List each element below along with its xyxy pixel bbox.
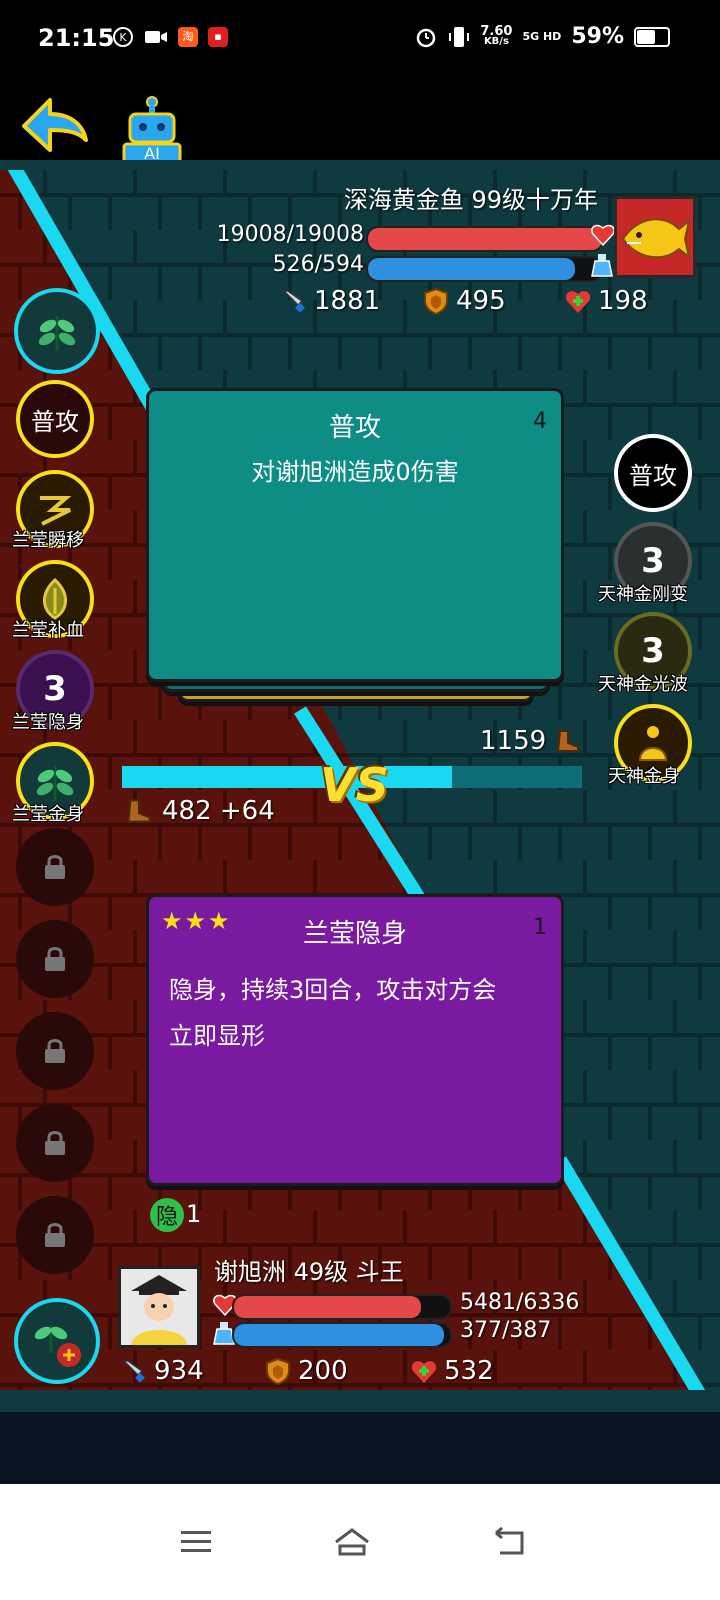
player-hp-bar (232, 1294, 452, 1320)
enemy-speed: 1159 (480, 726, 582, 756)
player-card-count: 1 (533, 915, 547, 940)
player-attack-stat: 934 (120, 1356, 204, 1386)
enemy-hp-bar (366, 226, 604, 252)
enemy-card-title: 普攻 (328, 413, 381, 443)
net-speed: 7.60 KB/s (480, 23, 513, 47)
menu-nav-button[interactable] (164, 1510, 228, 1574)
alarm-icon (417, 28, 436, 47)
player-mp-bar (232, 1322, 452, 1348)
player-name: 谢旭洲 49级 斗王 (214, 1258, 404, 1286)
enemy-skill-normal-attack: 普攻 (614, 434, 692, 512)
heal-heart-icon (411, 1361, 437, 1383)
home-nav-button[interactable] (320, 1510, 384, 1574)
bottom-band (0, 1412, 720, 1484)
heal-heart-icon (565, 291, 591, 313)
locked-slot (16, 1104, 94, 1182)
player-skill-normal-attack[interactable]: 普攻 (16, 380, 94, 458)
battery-percent: 59% (571, 24, 624, 49)
taobao-icon: 淘 (178, 27, 198, 47)
lock-icon (45, 1223, 65, 1247)
player-portrait-icon (131, 1275, 187, 1345)
net-type: 5G HD (522, 29, 562, 43)
k-icon: K (113, 27, 133, 47)
vs-label: VS (320, 758, 389, 812)
enemy-mp-bar (366, 256, 604, 282)
enemy-attack-stat: 1881 (280, 286, 380, 316)
sword-icon (122, 1360, 145, 1383)
player-card-desc-line1: 隐身，持续3回合，攻击对方会 (169, 976, 497, 1004)
boot-icon (557, 730, 580, 752)
top-bar (0, 80, 720, 160)
enemy-action-card: 普攻 4 对谢旭洲造成0伤害 (146, 388, 564, 682)
lock-icon (45, 1039, 65, 1063)
vibrate-icon (449, 26, 470, 47)
locked-slot (16, 828, 94, 906)
player-pet-avatar[interactable] (14, 1298, 100, 1384)
back-nav-button[interactable] (478, 1510, 542, 1574)
ai-button[interactable]: AI (120, 94, 184, 166)
golden-statue-icon (638, 726, 668, 761)
shield-icon (424, 287, 448, 315)
player-card-description: 隐身，持续3回合，攻击对方会 立即显形 (169, 967, 496, 1059)
system-nav-bar (0, 1484, 720, 1600)
player-skill-heal-label: 兰莹补血 (12, 620, 84, 641)
battery-icon (634, 26, 670, 47)
lock-icon (45, 947, 65, 971)
player-defense-stat: 200 (264, 1356, 348, 1386)
player-mp-text: 377/387 (460, 1318, 552, 1343)
locked-slot (16, 920, 94, 998)
player-skill-golden-body-label: 兰莹金身 (12, 804, 84, 825)
enemy-mp-text: 526/594 (272, 252, 364, 277)
pet-leaf-icon (34, 1325, 81, 1367)
lock-icon (45, 855, 65, 879)
menu-icon (181, 1531, 211, 1552)
status-bar: 21:15 K 淘 ▪ 7.60 KB/s 5G HD 59% (0, 0, 720, 80)
locked-slot (16, 1196, 94, 1274)
app-icon: ▪ (208, 27, 228, 47)
leaf-icon (38, 316, 76, 351)
player-avatar-skill[interactable] (14, 288, 100, 374)
player-action-card: ★★★ 兰莹隐身 1 隐身，持续3回合，攻击对方会 立即显形 (146, 894, 564, 1186)
stealth-status-count: 1 (186, 1200, 202, 1228)
enemy-skill-goldwave-label: 天神金光波 (598, 674, 688, 695)
enemy-heal-stat: 198 (564, 286, 648, 316)
status-right: 7.60 KB/s 5G HD 59% (414, 24, 670, 49)
lock-icon (45, 1131, 65, 1155)
enemy-card-description: 对谢旭洲造成0伤害 (251, 458, 459, 486)
sword-icon (282, 290, 305, 313)
stealth-status-badge: 隐 (150, 1198, 184, 1232)
home-icon (335, 1528, 369, 1556)
status-left-icons: K 淘 ▪ (112, 26, 228, 48)
golden-fish-icon (621, 218, 691, 260)
player-hp-text: 5481/6336 (460, 1290, 580, 1315)
locked-slot (16, 1012, 94, 1090)
svg-text:K: K (119, 31, 127, 44)
enemy-skill-golden-body-label: 天神金身 (608, 766, 680, 787)
heart-icon (591, 224, 615, 247)
player-card-title: 兰莹隐身 (302, 919, 407, 949)
video-icon (145, 31, 167, 43)
shield-icon (266, 1357, 290, 1385)
boot-icon (127, 799, 151, 823)
enemy-name: 深海黄金鱼 99级十万年 (343, 186, 598, 214)
player-skill-stealth-label: 兰莹隐身 (12, 712, 84, 733)
enemy-card-count: 4 (533, 409, 547, 434)
player-skill-teleport-label: 兰莹瞬移 (12, 530, 84, 551)
player-avatar[interactable] (118, 1266, 200, 1348)
leaf-icon (36, 766, 74, 801)
status-time: 21:15 (38, 24, 115, 52)
back-arrow-icon[interactable] (20, 92, 90, 162)
back-icon (495, 1527, 524, 1555)
player-card-desc-line2: 立即显形 (169, 1022, 265, 1050)
enemy-avatar[interactable] (614, 196, 696, 278)
enemy-skill-vajra-label: 天神金刚变 (598, 584, 688, 605)
enemy-hp-text: 19008/19008 (216, 222, 364, 247)
enemy-defense-stat: 495 (422, 286, 506, 316)
potion-icon (591, 254, 613, 277)
player-speed: 482 +64 (124, 796, 275, 826)
player-heal-stat: 532 (410, 1356, 494, 1386)
speed-fill (122, 766, 453, 788)
